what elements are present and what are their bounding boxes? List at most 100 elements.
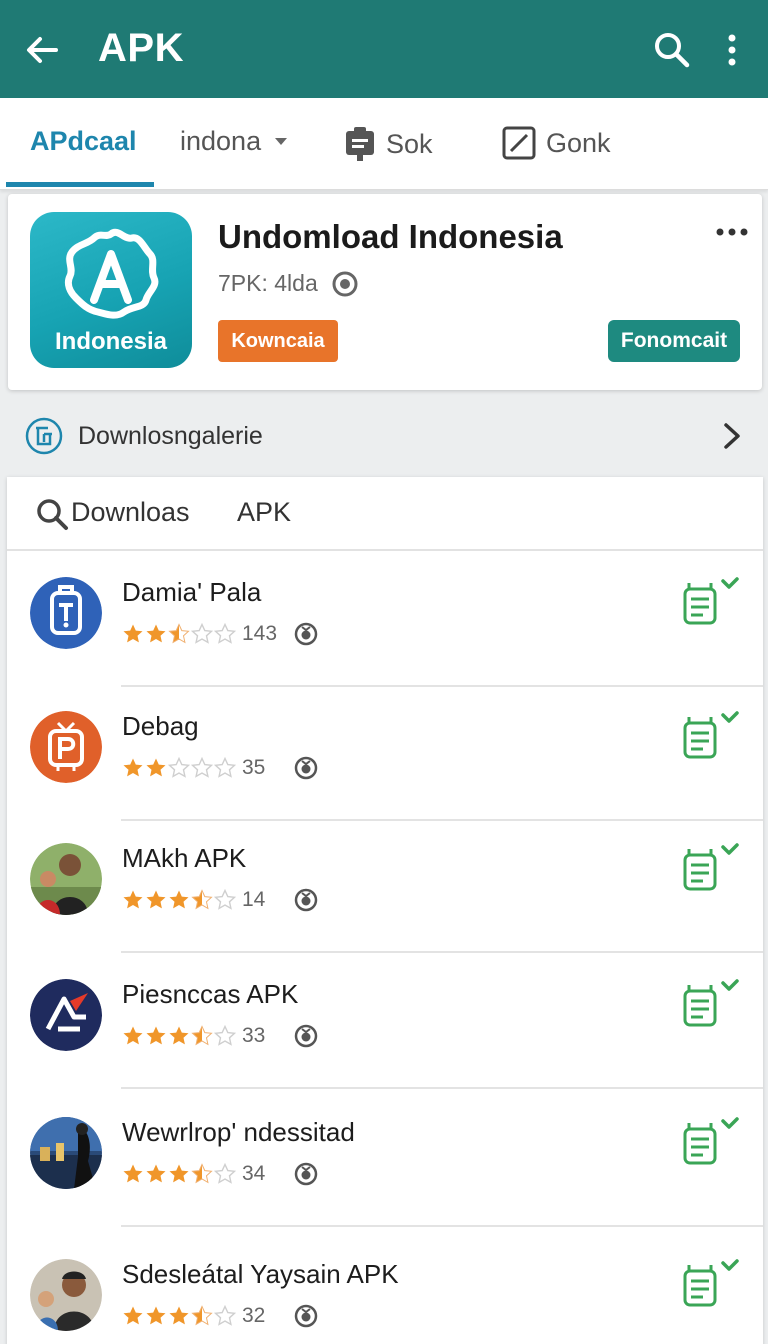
star-filled-icon [169, 890, 189, 909]
rating-stars [122, 1163, 236, 1185]
tab-indicator [6, 182, 154, 187]
more-vert-icon[interactable] [718, 30, 746, 70]
star-filled-icon [123, 624, 143, 643]
star-filled-icon [146, 758, 166, 777]
more-horiz-icon[interactable] [714, 222, 750, 242]
tab-bar: APdcaal indona Sok Gonk [0, 98, 768, 259]
verified-badge-icon [332, 271, 358, 296]
download-icon[interactable] [679, 1117, 741, 1165]
rating-count: 32 [242, 1304, 266, 1327]
tab-label: Gonk [546, 127, 611, 158]
download-icon[interactable] [679, 843, 741, 891]
rating-count: 143 [242, 622, 278, 645]
list-item[interactable]: Piesnccas APK 33 [7, 953, 763, 1089]
item-name: Debag [122, 711, 199, 741]
verified-badge-icon [294, 1162, 318, 1186]
rating-stars [122, 1025, 236, 1047]
list-item[interactable]: Debag 35 [7, 685, 763, 821]
item-meta: 33 [122, 1021, 318, 1051]
rating-stars [122, 889, 236, 911]
caret-down-icon [275, 138, 288, 145]
rating-count: 33 [242, 1024, 266, 1047]
star-filled-icon [123, 758, 143, 777]
edit-square-icon [502, 126, 536, 160]
list-item[interactable]: Sdesleátal Yaysain APK 32 [7, 1233, 763, 1344]
list-header-downloads[interactable]: Downloas [71, 497, 190, 528]
star-empty-icon [191, 757, 213, 778]
rating-count: 34 [242, 1162, 266, 1185]
search-icon[interactable] [652, 30, 692, 70]
list-header: Downloas APK [7, 477, 763, 551]
download-icon[interactable] [679, 577, 741, 625]
teal-action-button[interactable]: Fonomcait [608, 320, 740, 362]
tab-indona[interactable]: indona [180, 126, 288, 157]
app-header-card: Indonesia Undomload Indonesia 7PK: 4lda … [8, 194, 762, 390]
item-meta: 143 [122, 619, 318, 649]
blue-app-icon [30, 577, 102, 649]
star-half-icon [191, 1305, 213, 1326]
app-icon[interactable]: Indonesia [30, 212, 192, 368]
verified-badge-icon [294, 756, 318, 780]
star-half-icon [168, 623, 190, 644]
star-filled-icon [169, 1306, 189, 1325]
navy-logo-icon [30, 979, 102, 1051]
star-filled-icon [146, 1026, 166, 1045]
letter-a-logo-icon [64, 228, 159, 319]
tab-label: Sok [386, 128, 433, 159]
list-item[interactable]: Damia' Pala 143 [7, 551, 763, 687]
app-bar-title: APK [98, 26, 184, 70]
list-header-apk[interactable]: APK [237, 497, 291, 528]
orange-action-button[interactable]: Kowncaia [218, 320, 338, 362]
row-divider [121, 1225, 763, 1227]
app-bar: APK [0, 0, 768, 98]
star-half-icon [191, 889, 213, 910]
item-name: Piesnccas APK [122, 979, 299, 1009]
star-half-icon [191, 1025, 213, 1046]
verified-badge-icon [294, 622, 318, 646]
download-icon[interactable] [679, 979, 741, 1027]
rating-stars [122, 1305, 236, 1327]
app-subtitle-row: 7PK: 4lda [218, 270, 358, 297]
rating-count: 14 [242, 888, 266, 911]
star-empty-icon [214, 623, 236, 644]
app-title: Undomload Indonesia [218, 218, 563, 255]
item-meta: 34 [122, 1159, 318, 1189]
app-list: Downloas APK Damia' Pala 143 Debag 35 MAkh A… [7, 477, 763, 1344]
city-photo [30, 1117, 102, 1189]
star-empty-icon [214, 1025, 236, 1046]
back-arrow-icon[interactable] [22, 30, 62, 70]
gallery-icon [25, 417, 63, 455]
verified-badge-icon [294, 888, 318, 912]
download-icon[interactable] [679, 711, 741, 759]
star-empty-icon [214, 757, 236, 778]
search-icon[interactable] [35, 497, 69, 531]
rating-stars [122, 623, 236, 645]
row-divider [121, 1087, 763, 1089]
star-half-icon [191, 1163, 213, 1184]
star-filled-icon [146, 1306, 166, 1325]
star-filled-icon [123, 1164, 143, 1183]
download-icon[interactable] [679, 1259, 741, 1307]
rating-stars [122, 757, 236, 779]
item-meta: 32 [122, 1301, 318, 1331]
tab-apdcaal[interactable]: APdcaal [30, 126, 137, 157]
star-filled-icon [169, 1164, 189, 1183]
star-filled-icon [146, 890, 166, 909]
app-subtitle: 7PK: 4lda [218, 270, 318, 296]
star-filled-icon [123, 890, 143, 909]
chevron-right-icon[interactable] [718, 420, 746, 452]
item-name: Wewrlrop' ndessitad [122, 1117, 355, 1147]
tab-gonk[interactable]: Gonk [502, 126, 611, 160]
tab-sok[interactable]: Sok [344, 126, 433, 162]
star-filled-icon [123, 1026, 143, 1045]
list-item[interactable]: Wewrlrop' ndessitad 34 [7, 1091, 763, 1227]
list-item[interactable]: MAkh APK 14 [7, 817, 763, 953]
tab-label: APdcaal [30, 126, 137, 156]
star-filled-icon [169, 1026, 189, 1045]
item-name: Damia' Pala [122, 577, 262, 607]
item-meta: 35 [122, 753, 318, 783]
gallery-label: Downlosngalerie [78, 422, 263, 450]
gallery-row[interactable]: Downlosngalerie [0, 404, 768, 468]
rating-count: 35 [242, 756, 266, 779]
star-filled-icon [123, 1306, 143, 1325]
